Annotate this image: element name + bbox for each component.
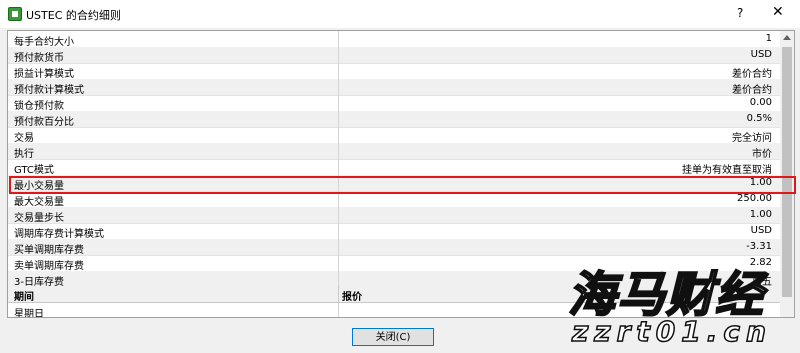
- column-divider: [338, 143, 339, 159]
- column-divider: [338, 127, 339, 143]
- column-divider: [338, 79, 339, 95]
- spec-value: USD: [750, 225, 772, 236]
- spec-value: 0.00: [749, 97, 772, 108]
- column-divider: [338, 111, 339, 127]
- app-icon: [8, 7, 22, 21]
- column-divider: [338, 159, 339, 175]
- spec-value: 250.00: [737, 193, 772, 204]
- period-column-header: 期间: [14, 292, 34, 303]
- spec-label: GTC模式: [14, 165, 54, 176]
- column-divider: [338, 223, 339, 239]
- column-divider: [338, 271, 339, 287]
- spec-label: 锁仓预付款: [14, 101, 64, 112]
- scroll-thumb[interactable]: [782, 47, 792, 297]
- spec-row[interactable]: 调期库存费计算模式 USD: [8, 223, 780, 240]
- spec-value: 0.5%: [746, 113, 772, 124]
- column-divider: [338, 95, 339, 111]
- scroll-up-arrow-icon[interactable]: [783, 35, 791, 40]
- column-divider: [338, 175, 339, 191]
- spec-label: 预付款百分比: [14, 117, 74, 128]
- schedule-day: 星期日: [14, 309, 44, 318]
- spec-value: 市价: [752, 149, 772, 160]
- spec-value: 完全访问: [732, 133, 772, 144]
- help-icon[interactable]: ?: [737, 6, 743, 20]
- spec-value: 挂单为有效直至取消: [682, 165, 772, 176]
- column-divider: [338, 191, 339, 207]
- spec-value: 差价合约: [732, 69, 772, 80]
- spec-label: 交易量步长: [14, 213, 64, 224]
- column-divider: [338, 255, 339, 271]
- spec-row[interactable]: GTC模式 挂单为有效直至取消: [8, 159, 780, 176]
- schedule-header: 期间 报价: [8, 286, 780, 303]
- spec-label: 损益计算模式: [14, 69, 74, 80]
- column-divider: [338, 207, 339, 223]
- spec-label: 最大交易量: [14, 197, 64, 208]
- window-title: USTEC 的合约细则: [26, 9, 121, 22]
- spec-label: 调期库存费计算模式: [14, 229, 104, 240]
- spec-row[interactable]: 损益计算模式 差价合约: [8, 63, 780, 80]
- spec-row[interactable]: 买单调期库存费 -3.31: [8, 239, 780, 256]
- spec-value: 差价合约: [732, 85, 772, 96]
- spec-grid: 每手合约大小 1 预付款货币 USD 损益计算模式 差价合约 预付款计算模式 差价合约 锁仓预付…: [7, 30, 795, 318]
- spec-row[interactable]: 执行 市价: [8, 143, 780, 160]
- spec-row[interactable]: 卖单调期库存费 2.82: [8, 255, 780, 272]
- spec-row[interactable]: 交易量步长 1.00: [8, 207, 780, 224]
- column-divider: [338, 47, 339, 63]
- spec-label: 交易: [14, 133, 34, 144]
- spec-value: 2.82: [749, 257, 772, 268]
- spec-row[interactable]: 交易 完全访问: [8, 127, 780, 144]
- watermark-sub-text: zzrt01.cn: [571, 314, 772, 349]
- spec-label: 卖单调期库存费: [14, 261, 84, 272]
- spec-label: 每手合约大小: [14, 37, 74, 48]
- spec-label: 预付款货币: [14, 53, 64, 64]
- spec-row[interactable]: 最大交易量 250.00: [8, 191, 780, 208]
- column-divider: [338, 303, 339, 317]
- column-divider: [338, 286, 339, 302]
- spec-label: 执行: [14, 149, 34, 160]
- close-icon[interactable]: ✕: [772, 4, 784, 20]
- spec-value: 1: [765, 33, 772, 44]
- close-button[interactable]: 关闭(C): [352, 328, 434, 346]
- vertical-scrollbar[interactable]: [780, 31, 794, 317]
- column-divider: [338, 31, 339, 47]
- spec-row[interactable]: 最小交易量 1.00: [8, 175, 780, 192]
- title-bar: USTEC 的合约细则 ? ✕: [0, 0, 800, 28]
- schedule-row: 星期日: [8, 303, 780, 318]
- spec-row[interactable]: 预付款百分比 0.5%: [8, 111, 780, 128]
- column-divider: [338, 239, 339, 255]
- spec-value: 1.00: [749, 209, 772, 220]
- column-divider: [338, 63, 339, 79]
- spec-row[interactable]: 预付款计算模式 差价合约: [8, 79, 780, 96]
- spec-label: 最小交易量: [14, 181, 64, 192]
- spec-row[interactable]: 预付款货币 USD: [8, 47, 780, 64]
- spec-row[interactable]: 锁仓预付款 0.00: [8, 95, 780, 112]
- spec-value: -3.31: [746, 241, 772, 252]
- spec-value: 1.00: [749, 177, 772, 188]
- spec-label: 买单调期库存费: [14, 245, 84, 256]
- quote-column-header: 报价: [342, 292, 362, 303]
- spec-value: USD: [750, 49, 772, 60]
- spec-label: 预付款计算模式: [14, 85, 84, 96]
- spec-row[interactable]: 每手合约大小 1: [8, 31, 780, 48]
